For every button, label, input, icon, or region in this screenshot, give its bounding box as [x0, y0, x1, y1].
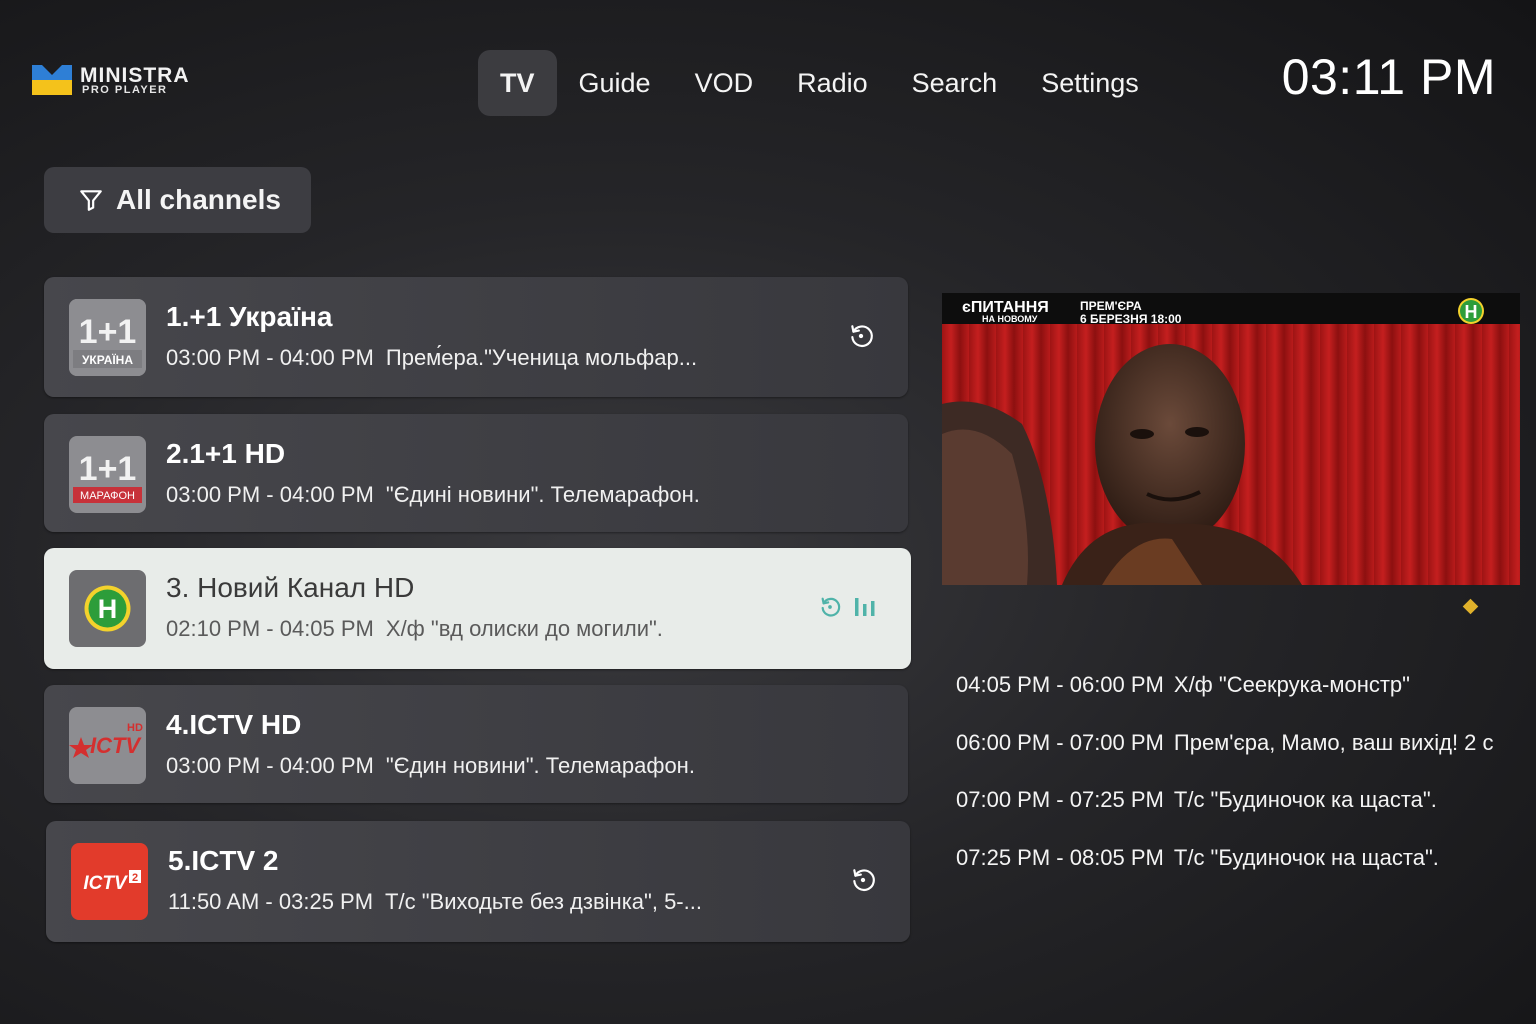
- replay-icon: [851, 325, 873, 348]
- video-overlay-premiere: ПРЕМ'ЄРА: [1080, 299, 1142, 313]
- channel-logo-1plus1-ukraine: 1+1 УКРАЇНА: [69, 299, 146, 376]
- nav-tab-tv[interactable]: TV: [478, 50, 557, 116]
- clock: 03:11 PM: [1281, 49, 1496, 105]
- channel-logo-novyi-kanal: H: [69, 570, 146, 647]
- video-top-banner: єПИТАННЯ НА НОВОМУ ПРЕМ'ЄРА 6 БЕРЕЗНЯ 18…: [942, 293, 1520, 326]
- epg-title: Т/с "Будиночок ка щаста".: [1173, 787, 1437, 812]
- channel-name: 2.1+1 HD: [166, 438, 286, 469]
- channel-program: 11:50 AM - 03:25 PM Т/с "Виходьте без дзв…: [168, 889, 702, 915]
- epg-title: Т/с "Будиночок на щаста".: [1173, 844, 1439, 870]
- channel-program: 03:00 PM - 04:00 PM Прем́ера."Ученица мол…: [166, 345, 697, 371]
- program-time: 03:00 PM - 04:00 PM: [166, 345, 374, 370]
- channel-program: 03:00 PM - 04:00 PM "Єдин новини". Телема…: [166, 753, 695, 779]
- channel-row-1[interactable]: 1+1 УКРАЇНА 1.+1 Україна 03:00 PM - 04:0…: [44, 277, 908, 397]
- video-channel-badge: H: [1465, 302, 1478, 322]
- nav-tab-search[interactable]: Search: [890, 50, 1020, 116]
- channel-row-5[interactable]: ICTV 2 5.ICTV 2 11:50 AM - 03:25 PM Т/с "…: [46, 821, 910, 942]
- channel-row-3[interactable]: H 3. Новий Канал HD 02:10 PM - 04:05 PM Х…: [44, 548, 911, 669]
- channel-program: 02:10 PM - 04:05 PM Х/ф "вд олиски до мог…: [166, 616, 663, 642]
- channel-logo-ictv2: ICTV 2: [71, 843, 148, 920]
- top-navigation: TV Guide VOD Radio Search Settings: [478, 50, 1161, 116]
- channel-logo-ictv-hd: ICTV HD: [69, 707, 146, 784]
- svg-text:МАРАФОН: МАРАФОН: [80, 490, 135, 502]
- svg-text:1+1: 1+1: [79, 450, 137, 488]
- epg-title: Прем'єра, Мамо, ваш вихід! 2 с: [1173, 729, 1494, 755]
- nav-tab-guide[interactable]: Guide: [557, 50, 673, 116]
- epg-row[interactable]: 07:25 PM - 08:05 PM Т/с "Будиночок на щас…: [956, 845, 1536, 903]
- channel-name: 4.ICTV HD: [166, 709, 302, 740]
- epg-row[interactable]: 04:05 PM - 06:00 PM Х/ф "Сеекрука-монстр": [956, 672, 1536, 730]
- program-time: 03:00 PM - 04:00 PM: [166, 753, 374, 778]
- program-title: Т/с "Виходьте без дзвінка", 5-...: [385, 889, 702, 914]
- epg-upcoming-list: 04:05 PM - 06:00 PM Х/ф "Сеекрука-монстр"…: [956, 672, 1536, 902]
- program-title: Прем́ера."Ученица мольфар...: [385, 345, 698, 370]
- nav-tab-radio[interactable]: Radio: [775, 50, 890, 116]
- channel-name: 3. Новий Канал HD: [166, 572, 415, 603]
- svg-text:H: H: [98, 594, 118, 624]
- svg-text:HD: HD: [127, 722, 143, 734]
- epg-time: 07:00 PM - 07:25 PM: [956, 787, 1164, 812]
- replay-icon: [821, 597, 841, 617]
- now-playing-equalizer-icon: [855, 598, 875, 616]
- channel-logo-1plus1-marafon: 1+1 МАРАФОН: [69, 436, 146, 513]
- epg-time: 07:25 PM - 08:05 PM: [956, 844, 1164, 870]
- svg-text:УКРАЇНА: УКРАЇНА: [82, 352, 133, 367]
- channel-name: 5.ICTV 2: [168, 845, 279, 876]
- channel-row-4[interactable]: ICTV HD 4.ICTV HD 03:00 PM - 04:00 PM "Єд…: [44, 685, 908, 803]
- program-title: "Єдин новини". Телемарафон.: [385, 753, 695, 778]
- epg-time: 04:05 PM - 06:00 PM: [956, 672, 1164, 697]
- svg-text:2: 2: [132, 872, 138, 884]
- epg-row[interactable]: 06:00 PM - 07:00 PM Прем'єра, Мамо, ваш в…: [956, 730, 1536, 788]
- svg-text:ICTV: ICTV: [90, 733, 142, 758]
- nav-tab-settings[interactable]: Settings: [1019, 50, 1161, 116]
- channel-row-2[interactable]: 1+1 МАРАФОН 2.1+1 HD 03:00 PM - 04:00 PM…: [44, 414, 908, 532]
- program-time: 11:50 AM - 03:25 PM: [168, 889, 374, 914]
- svg-text:1+1: 1+1: [79, 313, 137, 351]
- program-time: 02:10 PM - 04:05 PM: [166, 616, 374, 641]
- all-channels-filter-button[interactable]: All channels: [44, 167, 311, 233]
- epg-title: Х/ф "Сеекрука-монстр": [1173, 672, 1410, 697]
- channel-program: 03:00 PM - 04:00 PM "Єдині новини". Телем…: [166, 482, 700, 508]
- program-title: "Єдині новини". Телемарафон.: [385, 482, 700, 507]
- filter-icon: [80, 190, 102, 211]
- logo-subtitle: PRO PLAYER: [82, 84, 168, 96]
- app-logo: MINISTRA PRO PLAYER: [32, 62, 252, 102]
- filter-label: All channels: [116, 184, 281, 215]
- program-title: Х/ф "вд олиски до могили".: [385, 616, 663, 641]
- epg-time: 06:00 PM - 07:00 PM: [956, 729, 1164, 755]
- replay-icon: [853, 869, 875, 892]
- program-time: 03:00 PM - 04:00 PM: [166, 482, 374, 507]
- video-overlay-show-subtitle: НА НОВОМУ: [982, 314, 1038, 324]
- channel-name: 1.+1 Україна: [166, 301, 333, 332]
- ministra-logo-icon: [32, 65, 72, 95]
- video-frame: [942, 324, 1520, 585]
- svg-text:ICTV: ICTV: [83, 873, 128, 894]
- video-preview[interactable]: єПИТАННЯ НА НОВОМУ ПРЕМ'ЄРА 6 БЕРЕЗНЯ 18…: [942, 293, 1520, 585]
- epg-row[interactable]: 07:00 PM - 07:25 PM Т/с "Будиночок ка щас…: [956, 787, 1536, 845]
- active-indicator-icon: [1462, 598, 1479, 615]
- video-overlay-date: 6 БЕРЕЗНЯ 18:00: [1080, 312, 1182, 324]
- nav-tab-vod[interactable]: VOD: [673, 50, 776, 116]
